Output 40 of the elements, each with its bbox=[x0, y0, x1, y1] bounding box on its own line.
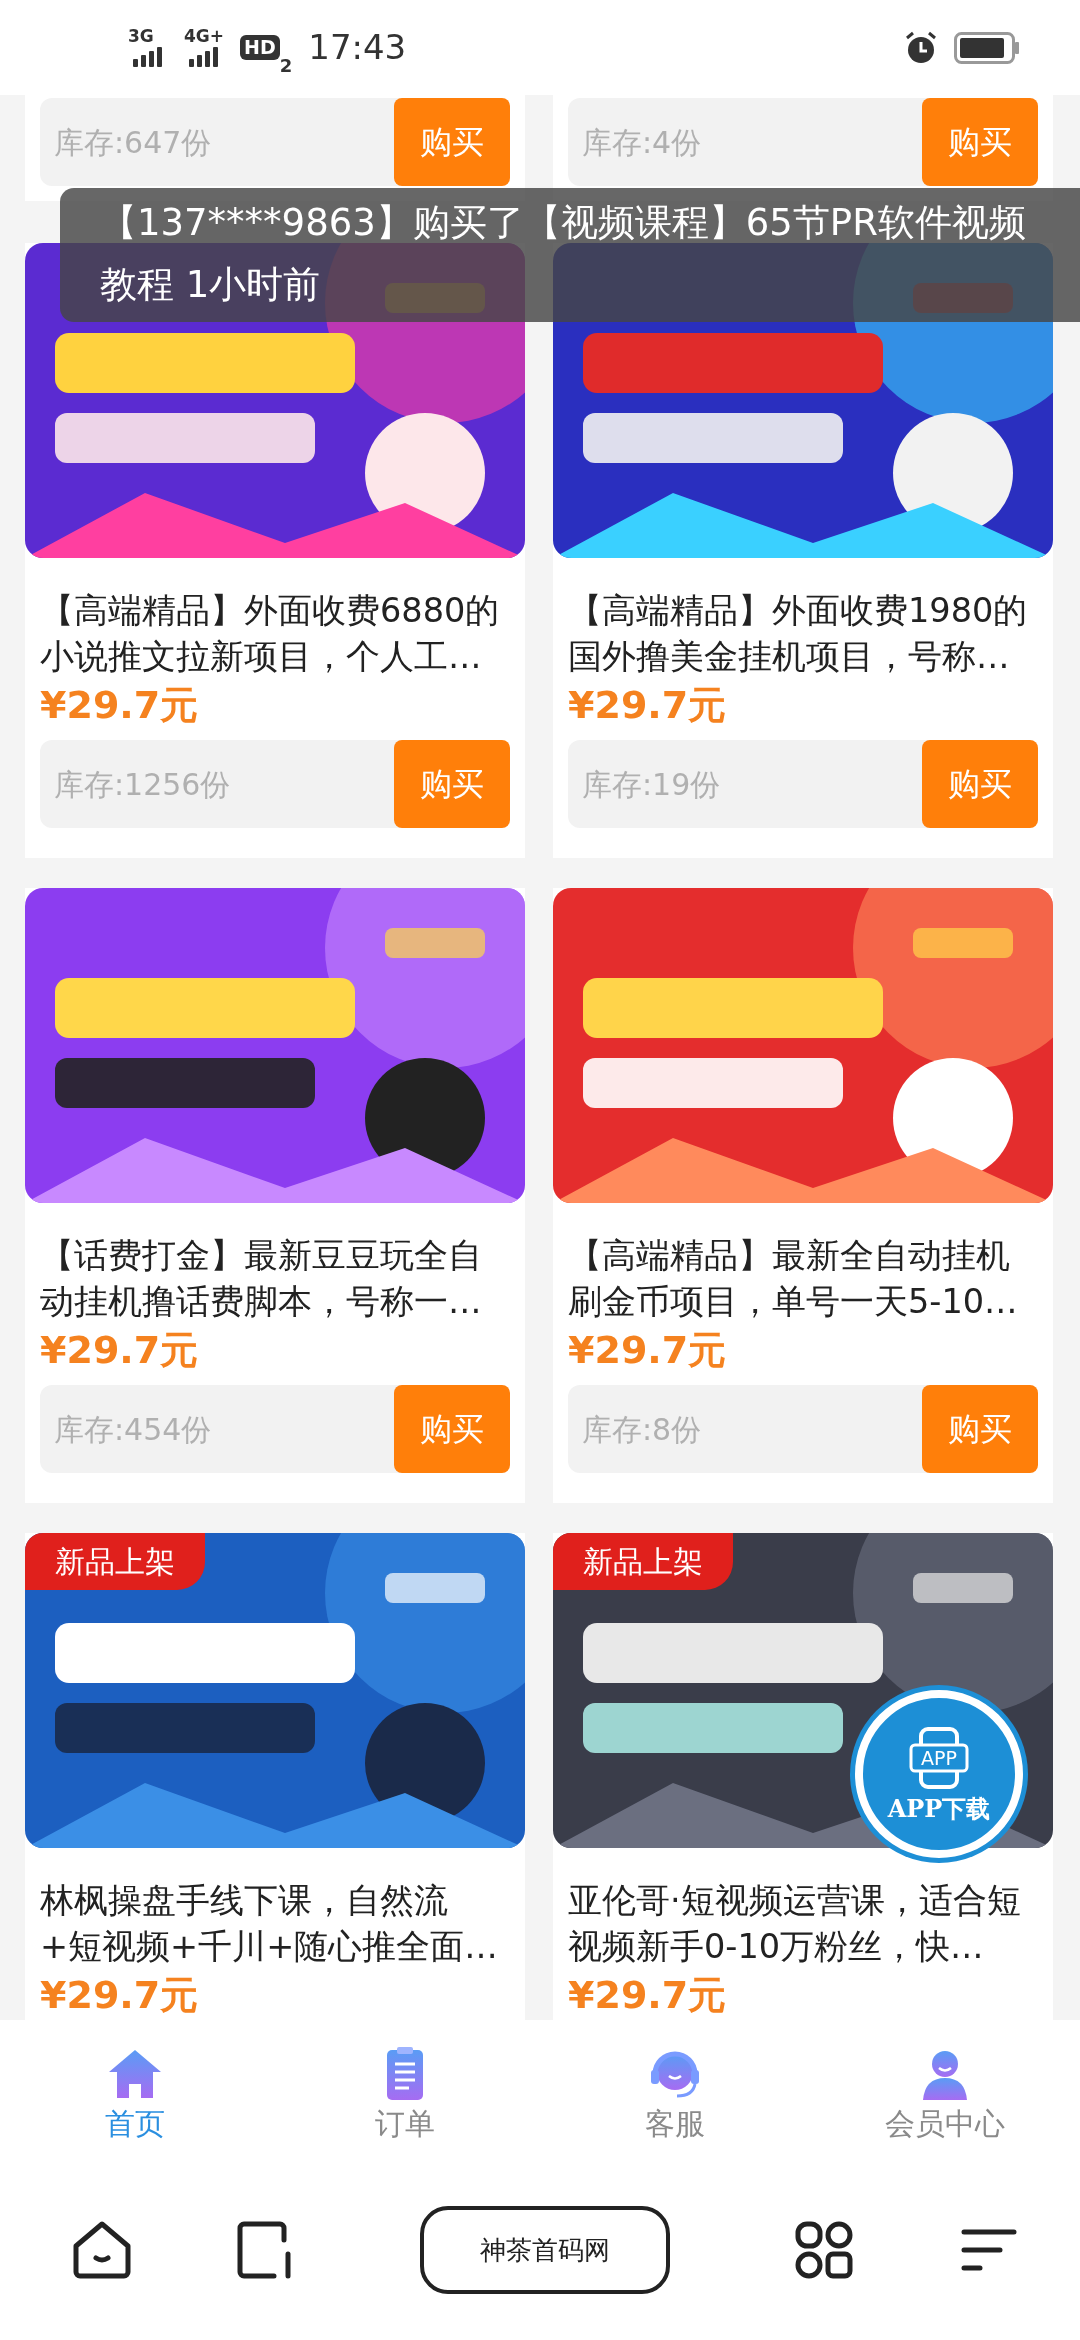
network-label: 3G bbox=[128, 28, 155, 45]
stock-label: 库存:647份 bbox=[53, 123, 212, 162]
stock-label: 库存:4份 bbox=[581, 123, 702, 162]
product-price: ¥29.7元 bbox=[568, 1972, 728, 2019]
tab-item[interactable]: 首页 bbox=[0, 2020, 270, 2160]
buy-button[interactable]: 购买 bbox=[394, 1385, 510, 1473]
buy-button[interactable]: 购买 bbox=[394, 98, 510, 186]
buy-button[interactable]: 购买 bbox=[394, 740, 510, 828]
product-price: ¥29.7元 bbox=[40, 1327, 200, 1374]
product-title: 亚伦哥·短视频运营课，适合短视频新手0-10万粉丝，快… bbox=[568, 1880, 1022, 1968]
tab-item[interactable]: 会员中心 bbox=[810, 2020, 1080, 2160]
new-tag: 新品上架 bbox=[553, 1533, 733, 1590]
stock-label: 库存:1256份 bbox=[53, 765, 231, 804]
alarm-icon bbox=[904, 30, 938, 65]
product-price: ¥29.7元 bbox=[40, 1972, 200, 2019]
product-title: 林枫操盘手线下课，自然流+短视频+千川+随心推全面… bbox=[40, 1880, 499, 1968]
tab-item[interactable]: 客服 bbox=[540, 2020, 810, 2160]
buy-button[interactable]: 购买 bbox=[922, 740, 1038, 828]
stock-label: 库存:8份 bbox=[581, 1410, 702, 1449]
network-label: 4G+ bbox=[184, 28, 225, 45]
hd-sub-label: 2 bbox=[279, 54, 293, 78]
tab-item[interactable]: 订单 bbox=[270, 2020, 540, 2160]
product-title: 【高端精品】最新全自动挂机刷金币项目，单号一天5-10… bbox=[568, 1235, 1019, 1323]
purchase-toast: 【137****9863】购买了【视频课程】65节PR软件视频教程 1小时前 bbox=[60, 188, 1080, 322]
stock-label: 库存:19份 bbox=[581, 765, 721, 804]
product-title: 【高端精品】外面收费6880的小说推文拉新项目，个人工… bbox=[40, 590, 501, 678]
hd-badge: HD bbox=[240, 35, 280, 60]
product-price: ¥29.7元 bbox=[568, 1327, 728, 1374]
stock-label: 库存:454份 bbox=[53, 1410, 212, 1449]
new-tag: 新品上架 bbox=[25, 1533, 205, 1590]
product-price: ¥29.7元 bbox=[40, 682, 200, 729]
product-price: ¥29.7元 bbox=[568, 682, 728, 729]
clock: 17:43 bbox=[308, 26, 407, 69]
buy-button[interactable]: 购买 bbox=[922, 1385, 1038, 1473]
buy-button[interactable]: 购买 bbox=[922, 98, 1038, 186]
site-button[interactable]: 神茶首码网 bbox=[420, 2206, 670, 2294]
product-title: 【高端精品】外面收费1980的国外撸美金挂机项目，号称… bbox=[568, 590, 1029, 678]
phone-icon bbox=[909, 1727, 969, 1789]
battery-icon bbox=[954, 31, 1020, 64]
product-title: 【话费打金】最新豆豆玩全自动挂机撸话费脚本，号称一… bbox=[40, 1235, 483, 1323]
